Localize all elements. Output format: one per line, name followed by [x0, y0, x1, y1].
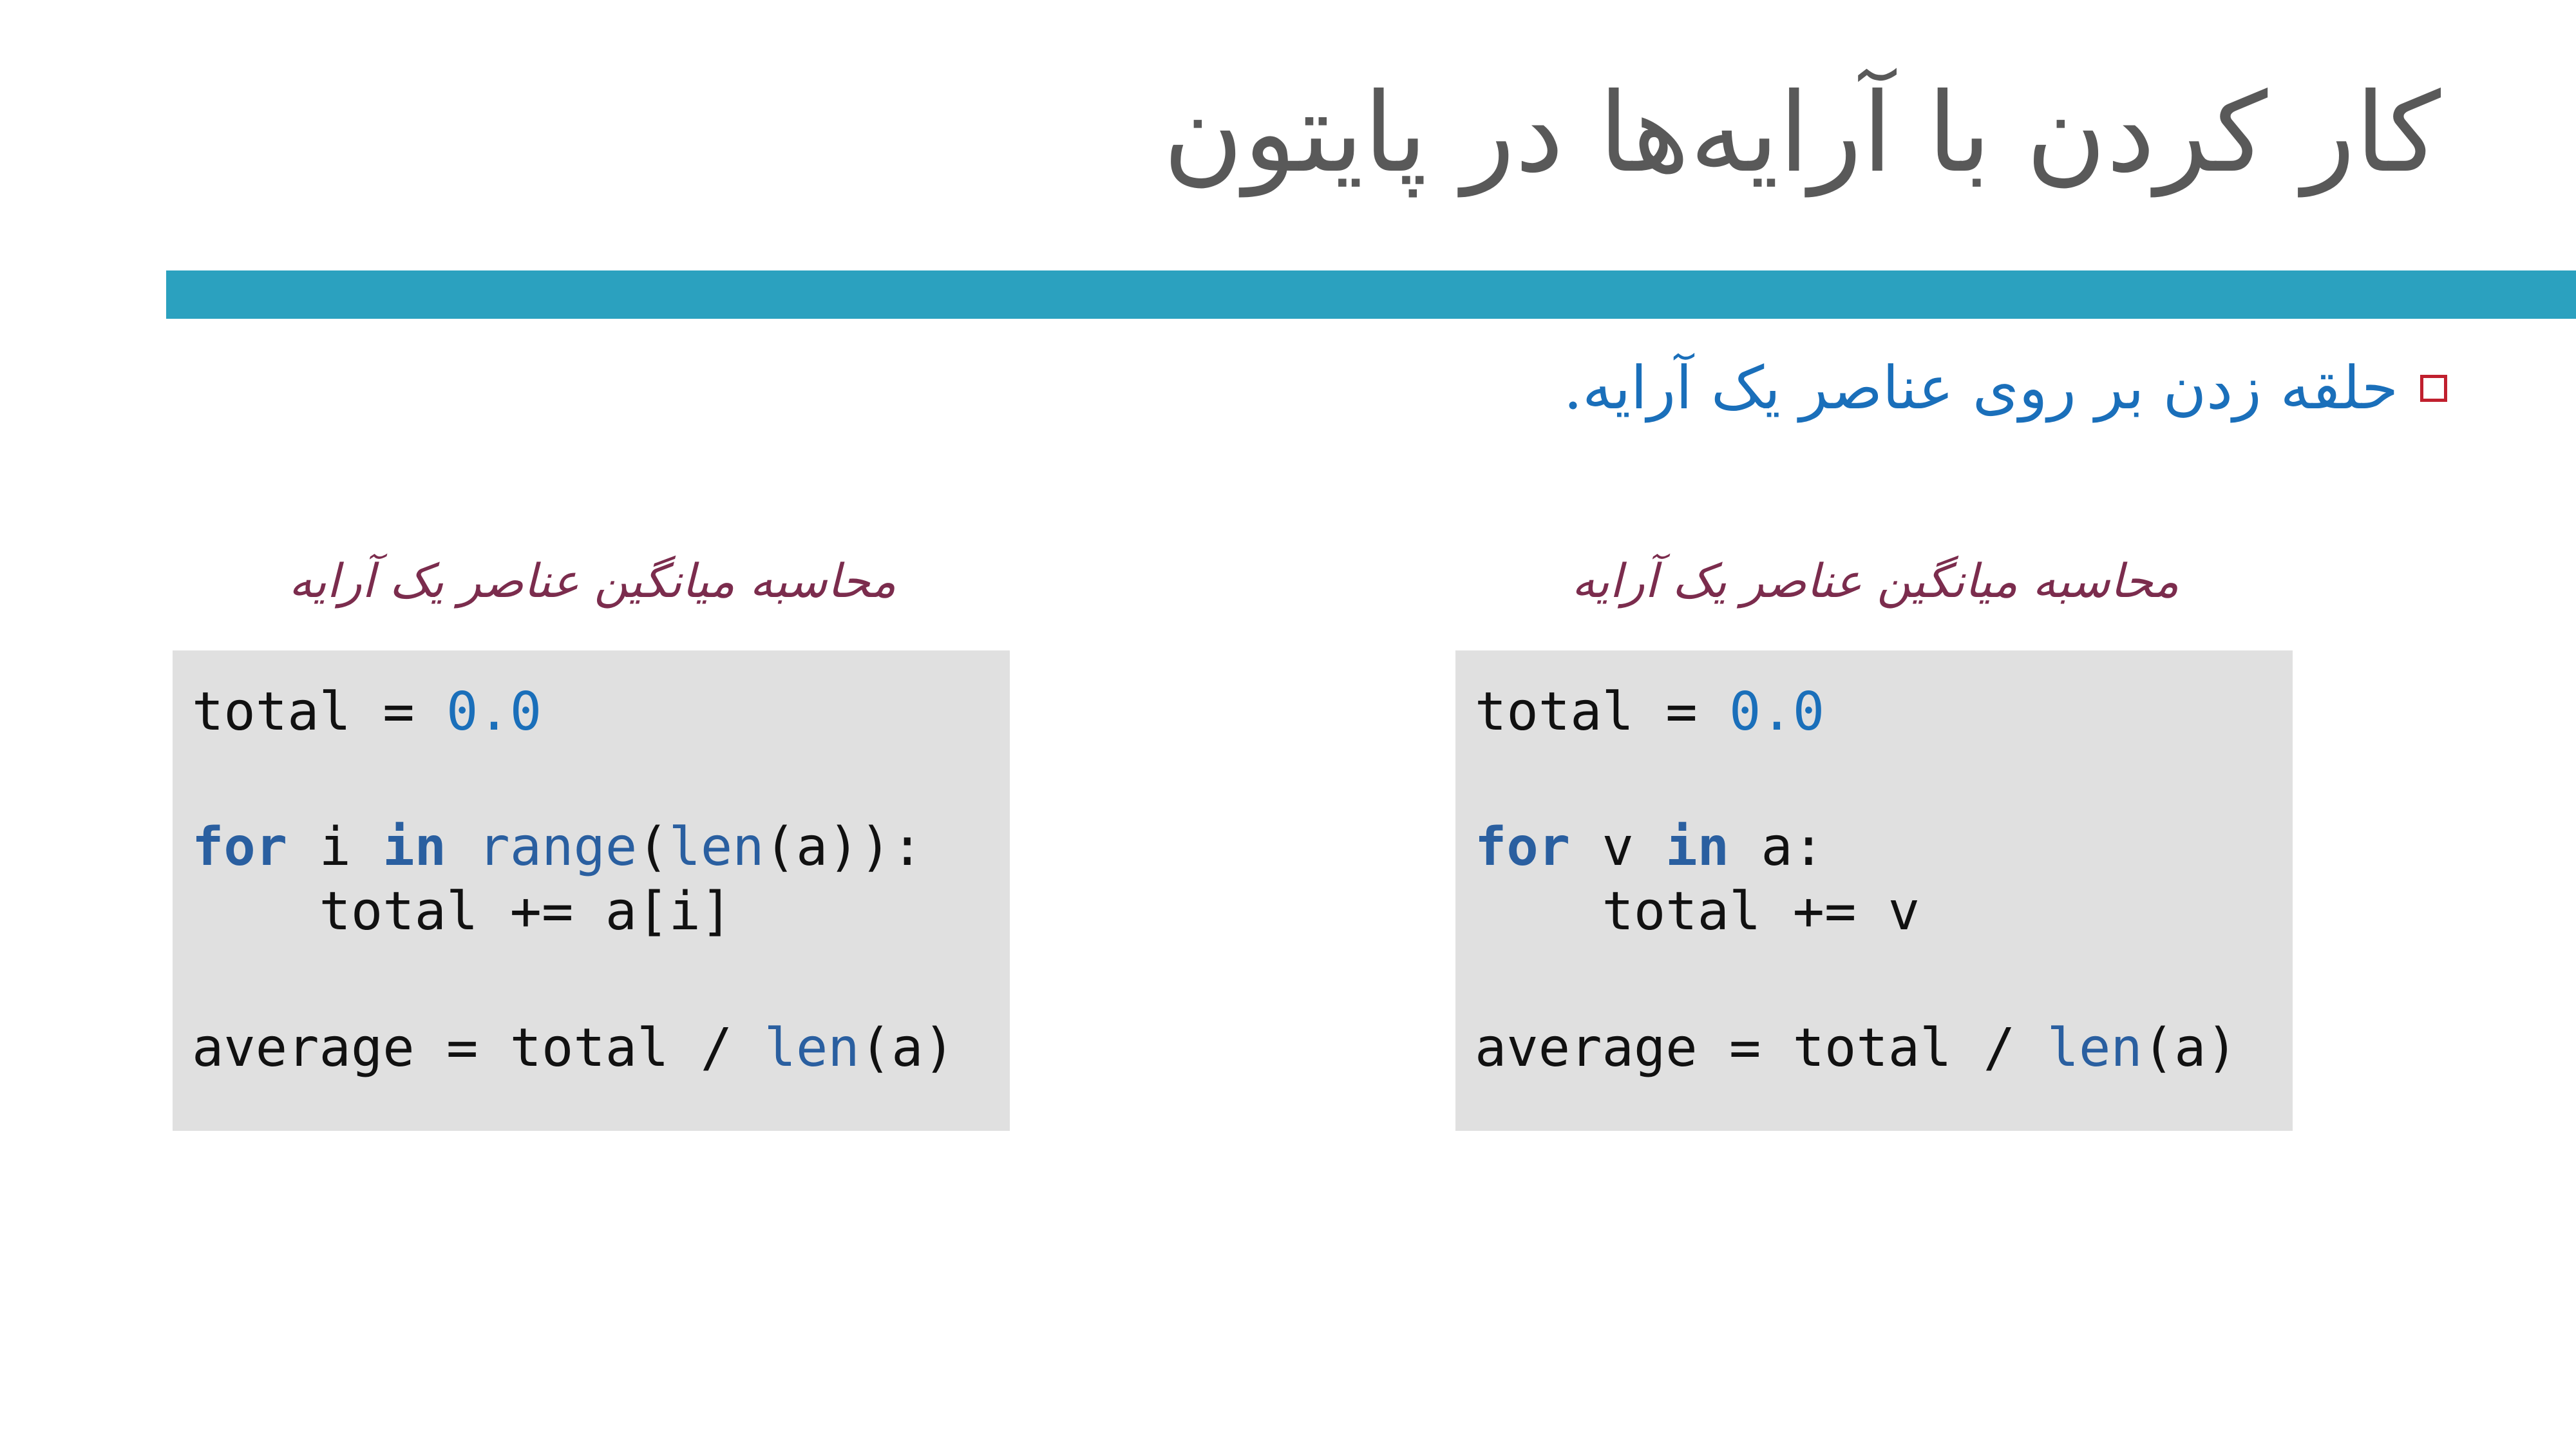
title-underline-band — [166, 270, 2576, 319]
code-token: v — [1570, 817, 1666, 878]
code-token: a: — [1728, 817, 1825, 878]
code-builtin: len — [668, 817, 764, 878]
code-number: 0.0 — [1728, 681, 1825, 743]
bullet-item: حلقه زدن بر روی عناصر یک آرایه. — [773, 353, 2447, 424]
code-builtin: len — [764, 1018, 860, 1079]
code-token: (a) — [2142, 1018, 2238, 1079]
code-line: average = total / len(a) — [1475, 1016, 2293, 1081]
code-line: average = total / len(a) — [192, 1016, 1010, 1081]
right-code-block: total = 0.0 for v in a: total += v avera… — [1455, 650, 2293, 1131]
code-token: i — [287, 817, 383, 878]
slide-title: کار کردن با آرایه‌ها در پایتون — [1162, 70, 2441, 197]
code-keyword: for — [1475, 817, 1571, 878]
code-token: (a)): — [764, 817, 923, 878]
code-line: total = 0.0 — [1475, 680, 2293, 744]
bullet-text: حلقه زدن بر روی عناصر یک آرایه. — [1563, 354, 2398, 422]
square-bullet-icon — [2420, 375, 2447, 402]
faint-footer-text: . . . . . . . . . . . . . . — [1793, 1385, 2447, 1394]
left-code-block: total = 0.0 for i in range(len(a)): tota… — [173, 650, 1010, 1131]
code-token: ( — [637, 817, 669, 878]
code-keyword: in — [1665, 817, 1729, 878]
code-line: for v in a: — [1475, 815, 2293, 880]
code-builtin: range — [478, 817, 638, 878]
code-keyword: in — [383, 817, 446, 878]
code-token: (a) — [859, 1018, 955, 1079]
code-token: average = total / — [1475, 1018, 2047, 1079]
code-number: 0.0 — [446, 681, 542, 743]
code-line: total += v — [1475, 881, 1920, 942]
code-token: total — [1475, 681, 1634, 743]
code-token: = — [350, 681, 446, 743]
code-line: for i in range(len(a)): — [192, 815, 1010, 880]
code-keyword: for — [192, 817, 288, 878]
code-token: average = total / — [192, 1018, 764, 1079]
code-line: total += a[i] — [192, 881, 733, 942]
right-code-caption: محاسبه میانگین عناصر یک آرایه — [1571, 554, 2179, 608]
code-token: total — [192, 681, 351, 743]
left-code-caption: محاسبه میانگین عناصر یک آرایه — [289, 554, 896, 608]
code-line: total = 0.0 — [192, 680, 1010, 744]
code-builtin: len — [2047, 1018, 2143, 1079]
code-token: = — [1633, 681, 1729, 743]
